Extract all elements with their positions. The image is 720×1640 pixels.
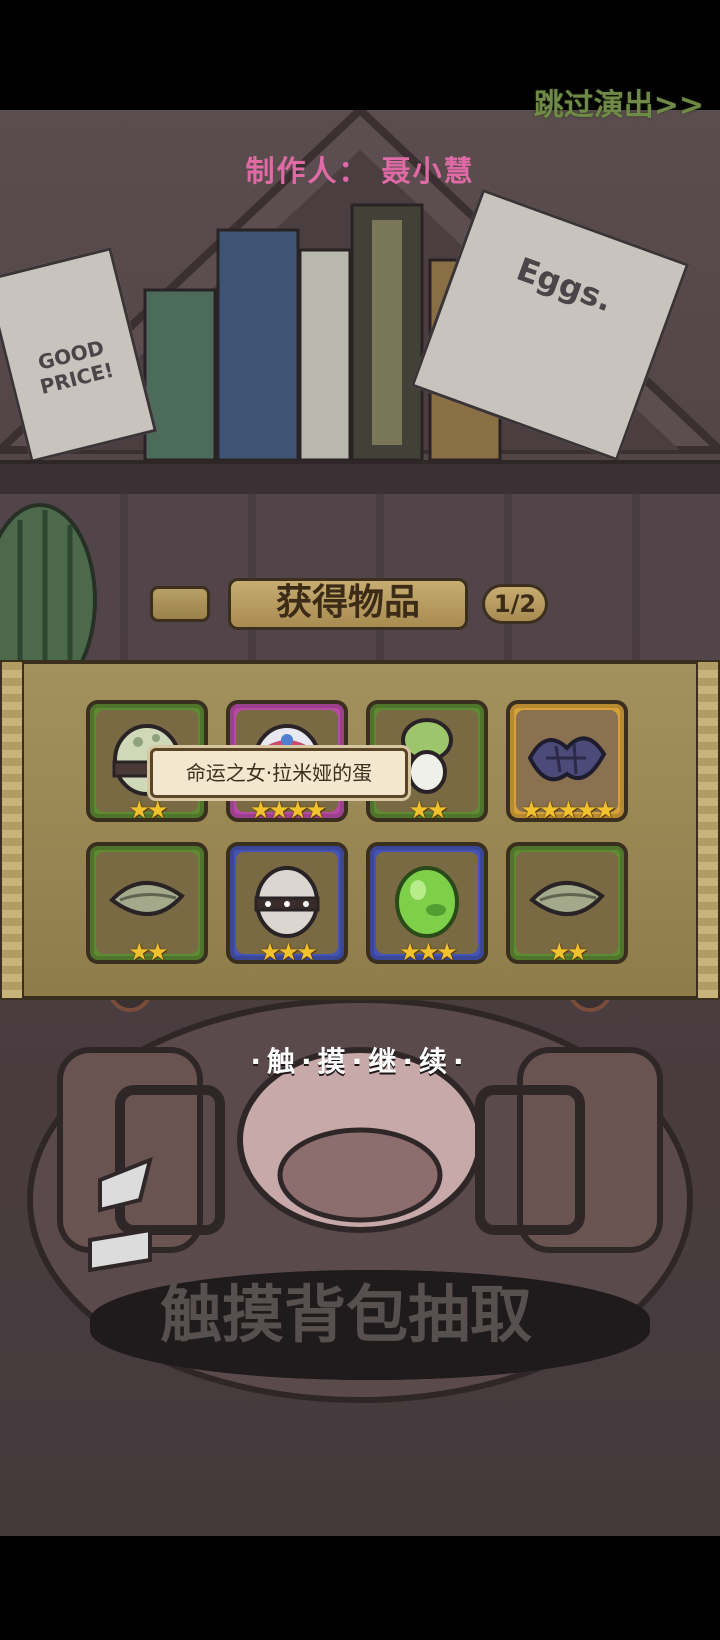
good-price-text: GOOD PRICE!: [35, 335, 117, 399]
rarity-stars: ★★★: [259, 938, 318, 966]
panel-title: 获得物品: [228, 578, 468, 630]
title-wing-left: [150, 586, 210, 622]
item-slot-4[interactable]: ★★★★★: [506, 700, 628, 822]
rarity-stars: ★★: [128, 938, 168, 966]
eggs-sign-text: Eggs.: [511, 249, 618, 320]
rarity-stars: ★★★★: [249, 796, 327, 824]
panel-edge-right: [696, 660, 720, 1000]
dark-feather-icon: [527, 736, 607, 782]
touch-to-continue[interactable]: ·触·摸·继·续·: [0, 1040, 720, 1080]
green-slime-egg-icon: [395, 866, 459, 938]
panel-edge-left: [0, 660, 24, 1000]
studded-egg-icon: [254, 866, 320, 938]
item-tooltip: 命运之女·拉米娅的蛋: [150, 748, 408, 798]
touch-backpack-draw[interactable]: 触摸背包抽取: [160, 1275, 600, 1355]
item-slot-7[interactable]: ★★★: [366, 842, 488, 964]
rarity-stars: ★★: [548, 938, 588, 966]
leaf-seed-icon: [109, 881, 185, 916]
page-indicator[interactable]: 1/2: [482, 584, 548, 624]
item-slot-6[interactable]: ★★★: [226, 842, 348, 964]
rarity-stars: ★★: [128, 796, 168, 824]
rarity-stars: ★★★: [399, 938, 458, 966]
rarity-stars: ★★: [408, 796, 448, 824]
producer-credit: 制作人： 聂小慧: [245, 154, 475, 188]
shelf-board: [0, 460, 720, 494]
game-screen[interactable]: GOOD PRICE! Eggs. 跳过演出>> 制作人： 聂小慧 获得物品 1…: [0, 0, 720, 1640]
letterbox-bottom: [0, 1536, 720, 1640]
item-slot-5[interactable]: ★★: [86, 842, 208, 964]
leaf-seed-icon: [529, 881, 605, 916]
skip-button[interactable]: 跳过演出>>: [534, 80, 704, 124]
rarity-stars: ★★★★★: [520, 796, 617, 824]
item-slot-8[interactable]: ★★: [506, 842, 628, 964]
